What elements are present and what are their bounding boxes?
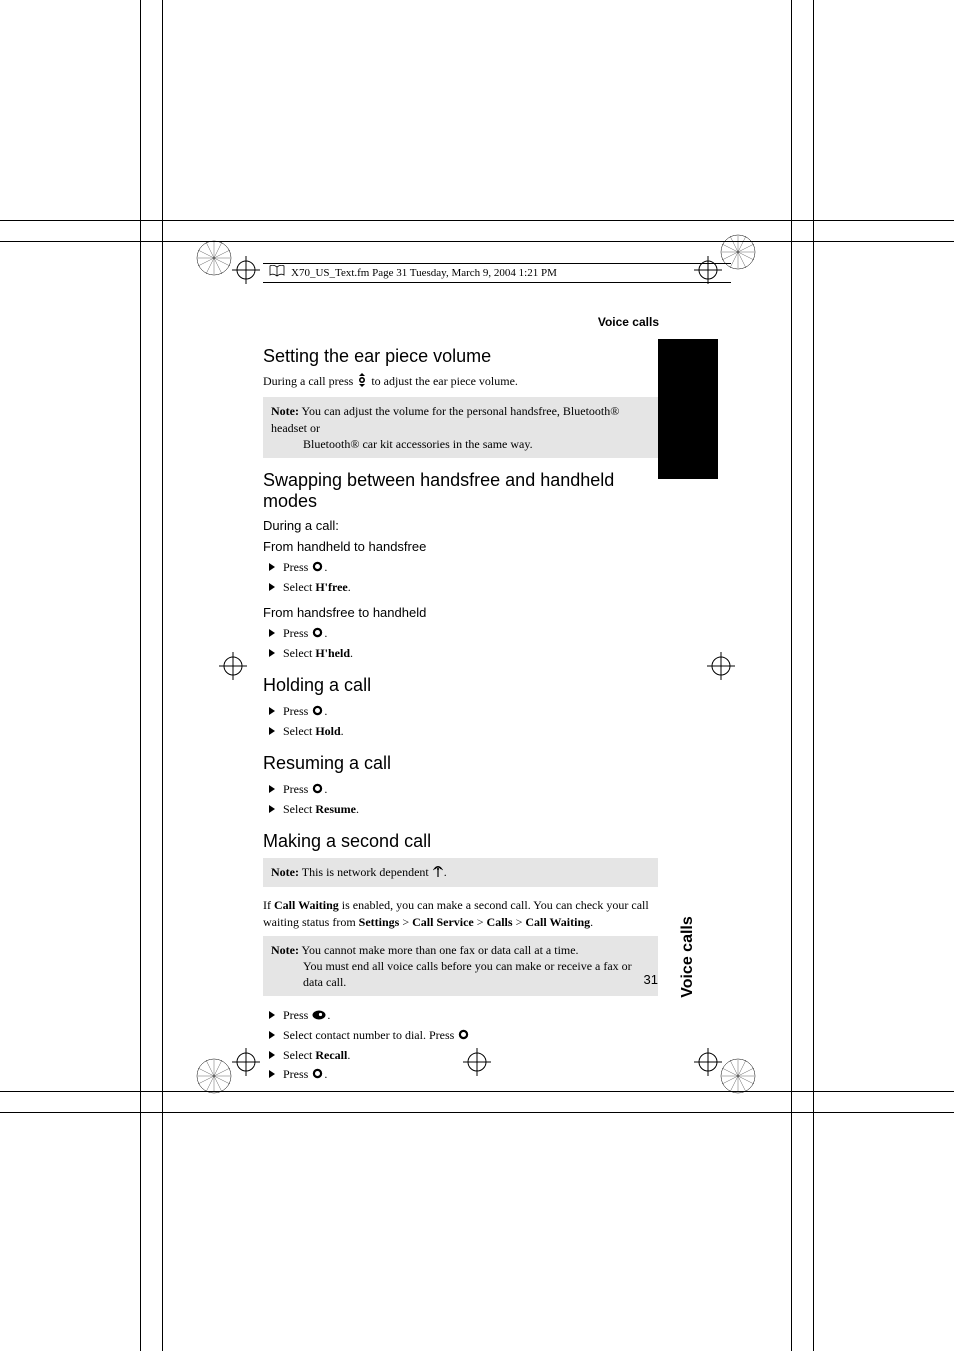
thumb-tab-label: Voice calls bbox=[659, 836, 717, 966]
heading-hold: Holding a call bbox=[263, 675, 658, 696]
cross-mark-icon bbox=[694, 1048, 722, 1081]
page-content: Setting the ear piece volume During a ca… bbox=[263, 340, 658, 1093]
heading-second-call: Making a second call bbox=[263, 831, 658, 852]
heading-swap: Swapping between handsfree and handheld … bbox=[263, 470, 658, 512]
note-label: Note: bbox=[271, 865, 299, 879]
step-item: Press . bbox=[269, 1006, 658, 1026]
thumb-tab-block bbox=[658, 339, 718, 479]
subheading-from-hf: From handsfree to handheld bbox=[263, 605, 658, 620]
cross-mark-icon bbox=[707, 652, 735, 685]
heading-earpiece: Setting the ear piece volume bbox=[263, 346, 658, 367]
page-number: 31 bbox=[644, 972, 658, 987]
cross-mark-icon bbox=[232, 256, 260, 289]
reg-mark-icon bbox=[196, 240, 232, 281]
step-item: Select Hold. bbox=[269, 722, 658, 741]
subheading-during: During a call: bbox=[263, 518, 658, 533]
antenna-icon bbox=[432, 865, 444, 881]
step-item: Select Resume. bbox=[269, 800, 658, 819]
step-item: Press . bbox=[269, 558, 658, 578]
step-item: Press . bbox=[269, 702, 658, 722]
heading-resume: Resuming a call bbox=[263, 753, 658, 774]
center-key-icon bbox=[312, 1066, 323, 1085]
step-list: Press . Select contact number to dial. P… bbox=[269, 1006, 658, 1085]
step-item: Press . bbox=[269, 1065, 658, 1085]
book-icon bbox=[269, 264, 285, 282]
step-list: Press . Select Resume. bbox=[269, 780, 658, 819]
step-list: Press . Select Hold. bbox=[269, 702, 658, 741]
step-list: Press . Select H'free. bbox=[269, 558, 658, 597]
running-header: X70_US_Text.fm Page 31 Tuesday, March 9,… bbox=[263, 263, 731, 283]
step-item: Press . bbox=[269, 780, 658, 800]
contacts-key-icon bbox=[312, 1007, 326, 1026]
note-box: Note: You cannot make more than one fax … bbox=[263, 936, 658, 997]
page-section-header: Voice calls bbox=[598, 315, 659, 329]
center-key-icon bbox=[312, 781, 323, 800]
center-key-icon bbox=[458, 1027, 469, 1046]
reg-mark-icon bbox=[196, 1058, 232, 1099]
center-key-icon bbox=[312, 559, 323, 578]
center-key-icon bbox=[312, 703, 323, 722]
cross-mark-icon bbox=[219, 652, 247, 685]
note-label: Note: bbox=[271, 404, 299, 418]
step-item: Select Recall. bbox=[269, 1046, 658, 1065]
nav-updown-icon bbox=[357, 373, 367, 391]
subheading-from-hh: From handheld to handsfree bbox=[263, 539, 658, 554]
step-list: Press . Select H'held. bbox=[269, 624, 658, 663]
step-item: Select H'free. bbox=[269, 578, 658, 597]
step-item: Select H'held. bbox=[269, 644, 658, 663]
running-header-text: X70_US_Text.fm Page 31 Tuesday, March 9,… bbox=[289, 267, 557, 279]
note-box: Note: You can adjust the volume for the … bbox=[263, 397, 658, 458]
body-text: If Call Waiting is enabled, you can make… bbox=[263, 897, 658, 929]
note-box: Note: This is network dependent . bbox=[263, 858, 658, 887]
cross-mark-icon bbox=[232, 1048, 260, 1081]
step-item: Select contact number to dial. Press bbox=[269, 1026, 658, 1046]
center-key-icon bbox=[312, 625, 323, 644]
body-text: During a call press to adjust the ear pi… bbox=[263, 373, 658, 391]
note-label: Note: bbox=[271, 943, 299, 957]
step-item: Press . bbox=[269, 624, 658, 644]
reg-mark-icon bbox=[720, 1058, 756, 1099]
